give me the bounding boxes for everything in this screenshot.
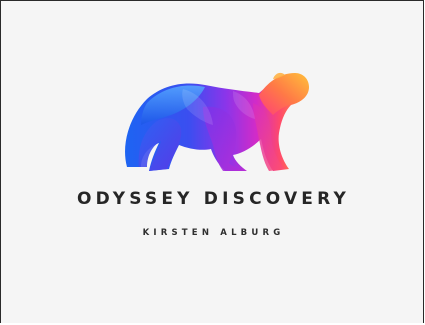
- canvas-frame: ODYSSEY DISCOVERY KIRSTEN ALBURG: [0, 0, 424, 323]
- brand-subtitle: KIRSTEN ALBURG: [142, 228, 285, 238]
- rainbow-bear-icon: [125, 72, 309, 171]
- logo: ODYSSEY DISCOVERY KIRSTEN ALBURG: [1, 1, 425, 325]
- brand-title: ODYSSEY DISCOVERY: [77, 189, 350, 209]
